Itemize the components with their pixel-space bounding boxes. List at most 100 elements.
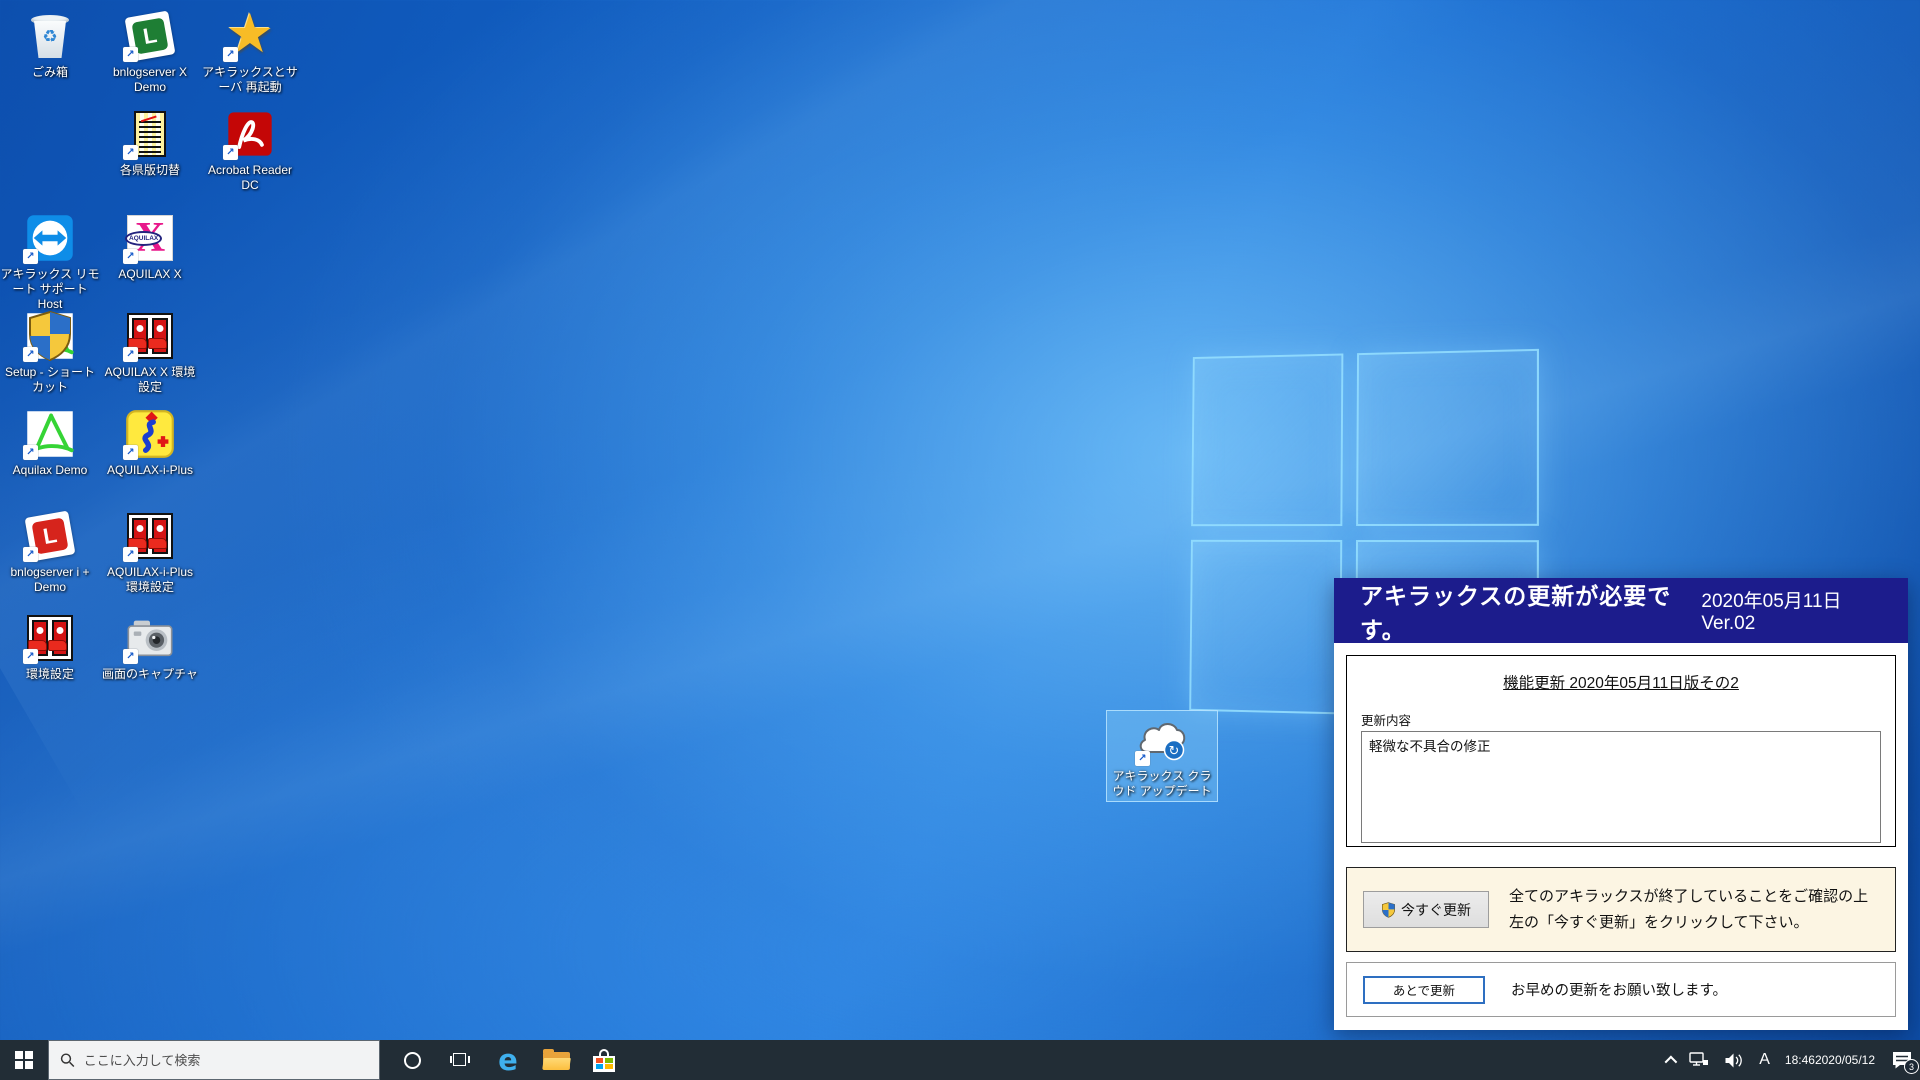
shortcut-arrow-icon	[123, 145, 138, 160]
svg-text:↻: ↻	[1169, 744, 1180, 759]
winflag-pane	[15, 1051, 23, 1059]
dialog-header: アキラックスの更新が必要です。 2020年05月11日 Ver.02	[1334, 578, 1908, 643]
desktop-icon-screen-capture[interactable]: 画面のキャプチャ	[100, 612, 200, 682]
desktop-icon-label: AQUILAX-i-Plus	[100, 463, 200, 478]
store-icon	[592, 1049, 616, 1072]
door-panel	[152, 518, 168, 554]
search-input[interactable]	[84, 1053, 368, 1068]
edge-button[interactable]: e	[484, 1040, 532, 1080]
door-panel	[152, 318, 168, 354]
desktop-icon-aquilax-demo[interactable]: Aquilax Demo	[0, 408, 100, 478]
update-link[interactable]: 機能更新 2020年05月11日版その2	[1361, 671, 1881, 693]
taskbar-spacer	[380, 1040, 388, 1080]
update-now-button[interactable]: 今すぐ更新	[1363, 891, 1489, 928]
desktop-icon-label: ごみ箱	[0, 65, 100, 80]
desktop-icon-aquilax-i-plus[interactable]: AQUILAX-i-Plus	[100, 408, 200, 478]
action-center-button[interactable]: 3	[1890, 1049, 1914, 1071]
settings-doors-icon	[24, 612, 76, 664]
tray-overflow-button[interactable]	[1665, 1056, 1674, 1065]
desktop-icon-label: AQUILAX-i-Plus 環境設定	[100, 565, 200, 595]
task-view-button[interactable]	[436, 1040, 484, 1080]
bnlogserver-i-icon: L	[24, 510, 76, 562]
content-label: 更新内容	[1361, 710, 1881, 729]
desktop-icon-label: アキラックス クラウド アップデート	[1107, 769, 1217, 799]
desktop-icon-label: 画面のキャプチャ	[100, 667, 200, 682]
start-button[interactable]	[0, 1040, 48, 1080]
update-content-textarea[interactable]: 軽微な不具合の修正	[1361, 731, 1881, 843]
store-tile	[596, 1064, 604, 1069]
taskbar-search[interactable]	[48, 1040, 380, 1080]
bnlogserver-x-icon: L	[124, 10, 176, 62]
update-info-box: 機能更新 2020年05月11日版その2 更新内容 軽微な不具合の修正	[1346, 655, 1896, 847]
network-icon	[1689, 1052, 1709, 1068]
winflag-pane	[15, 1061, 23, 1069]
desktop-icon-aquilax-x-settings[interactable]: AQUILAX X 環境設定	[100, 310, 200, 395]
cortana-button[interactable]	[388, 1040, 436, 1080]
taskbar-clock[interactable]: 18:46 2020/05/12	[1785, 1053, 1875, 1068]
desktop-icon-aquilax-x[interactable]: X AQUILAX AQUILAX X	[100, 212, 200, 282]
desktop-icon-settings[interactable]: 環境設定	[0, 612, 100, 682]
cloud-update-icon: ↻	[1136, 714, 1188, 766]
desktop-icon-setup-shortcut[interactable]: Setup - ショートカット	[0, 310, 100, 395]
desktop-icon-prefecture-switch[interactable]: 各県版切替	[100, 108, 200, 178]
store-tile	[605, 1064, 613, 1069]
store-tile	[605, 1058, 613, 1063]
desktop-icon-recycle-bin[interactable]: ♻ ごみ箱	[0, 10, 100, 80]
shortcut-arrow-icon	[123, 445, 138, 460]
file-explorer-icon	[543, 1050, 570, 1071]
desktop-icon-label: bnlogserver i + Demo	[0, 565, 100, 595]
desktop-icon-aquilax-i-plus-settings[interactable]: AQUILAX-i-Plus 環境設定	[100, 510, 200, 595]
shortcut-arrow-icon	[23, 649, 38, 664]
note-lines	[139, 121, 161, 153]
search-icon	[60, 1052, 75, 1068]
store-button[interactable]	[580, 1040, 628, 1080]
update-now-label: 今すぐ更新	[1401, 900, 1471, 920]
desktop-icon-label: AQUILAX X	[100, 267, 200, 282]
uac-shield-icon	[1381, 902, 1396, 918]
winflag-pane	[25, 1051, 33, 1059]
desktop-icon-bnlogserver-x[interactable]: L bnlogserver X Demo	[100, 10, 200, 95]
network-button[interactable]	[1689, 1052, 1709, 1068]
update-later-button[interactable]: あとで更新	[1363, 976, 1485, 1004]
screen-capture-icon	[124, 612, 176, 664]
clock-time: 18:46	[1785, 1053, 1815, 1068]
notification-badge: 3	[1904, 1059, 1919, 1074]
windows-logo-pane	[1189, 540, 1342, 715]
system-tray: A 18:46 2020/05/12 3	[1665, 1040, 1920, 1080]
desktop-icon-label: アキラックスとサーバ 再起動	[200, 65, 300, 95]
desktop-icon-label: 環境設定	[0, 667, 100, 682]
shortcut-arrow-icon	[123, 47, 138, 62]
shortcut-arrow-icon	[23, 547, 38, 562]
windows-logo-pane	[1191, 353, 1343, 526]
desktop-icon-acrobat-reader[interactable]: Acrobat Reader DC	[200, 108, 300, 193]
desktop-icon-label: アキラックス リモート サポート Host	[0, 267, 100, 312]
store-bag-handle	[599, 1049, 609, 1056]
update-later-panel: あとで更新 お早めの更新をお願い致します。	[1346, 962, 1896, 1017]
desktop-icon-restart-server[interactable]: ★ アキラックスとサーバ 再起動	[200, 10, 300, 95]
shortcut-arrow-icon	[223, 47, 238, 62]
shortcut-arrow-icon	[23, 445, 38, 460]
desktop-icon-bnlogserver-i[interactable]: L bnlogserver i + Demo	[0, 510, 100, 595]
desktop-icon-label: Acrobat Reader DC	[200, 163, 300, 193]
dialog-title: アキラックスの更新が必要です。	[1360, 577, 1701, 645]
update-now-note: 全てのアキラックスが終了していることをご確認の上 左の「今すぐ更新」をクリックし…	[1509, 884, 1868, 936]
shortcut-arrow-icon	[123, 547, 138, 562]
task-view-left-pane	[450, 1056, 452, 1063]
desktop-icon-remote-support[interactable]: アキラックス リモート サポート Host	[0, 212, 100, 312]
dialog-version: 2020年05月11日 Ver.02	[1701, 586, 1892, 635]
aquilax-logo-text: AQUILAX	[125, 231, 162, 246]
shortcut-arrow-icon	[1135, 751, 1150, 766]
ime-indicator[interactable]: A	[1759, 1051, 1770, 1069]
volume-button[interactable]	[1724, 1053, 1744, 1068]
file-explorer-button[interactable]	[532, 1040, 580, 1080]
store-tile	[596, 1058, 604, 1063]
desktop-icon-cloud-update[interactable]: ↻ アキラックス クラウド アップデート	[1106, 710, 1218, 802]
folder-front	[542, 1058, 571, 1070]
acrobat-reader-icon	[224, 108, 276, 160]
chevron-up-icon	[1665, 1055, 1678, 1068]
desktop-icon-label: Aquilax Demo	[0, 463, 100, 478]
recycle-bin-icon: ♻	[24, 10, 76, 62]
shortcut-arrow-icon	[223, 145, 238, 160]
note-line1: 全てのアキラックスが終了していることをご確認の上	[1509, 884, 1868, 910]
desktop-icon-label: Setup - ショートカット	[0, 365, 100, 395]
